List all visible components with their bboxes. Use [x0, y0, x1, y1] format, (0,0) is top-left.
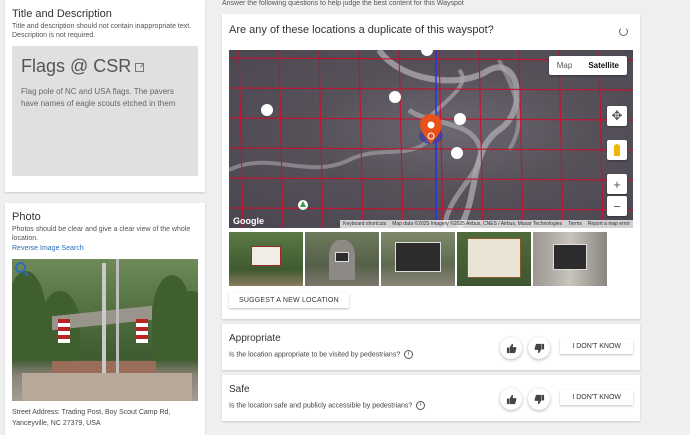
criteria-question-text: Is the location appropriate to be visite…	[229, 351, 401, 359]
thumbs-up-icon[interactable]	[500, 388, 522, 410]
wayspot-photo[interactable]	[12, 259, 198, 401]
edit-icon[interactable]	[135, 63, 145, 73]
map-tab[interactable]: Map	[549, 56, 581, 75]
title-section-subtitle: Title and description should not contain…	[12, 23, 192, 39]
map-attribution: Keyboard shortcuts Map data ©2025 Imager…	[340, 220, 633, 228]
thumbs-up-icon[interactable]	[500, 337, 522, 359]
map-overlay	[229, 50, 633, 228]
dont-know-button[interactable]: I DON'T KNOW	[560, 339, 633, 354]
nearby-thumbnail[interactable]	[381, 232, 455, 286]
title-description-card: Title and Description Title and descript…	[5, 0, 205, 192]
criteria-question-text: Is the location safe and publicly access…	[229, 402, 413, 410]
satellite-tab[interactable]: Satellite	[580, 56, 627, 75]
fullscreen-icon[interactable]: ✥	[607, 106, 627, 126]
zoom-out-button[interactable]: −	[607, 196, 627, 216]
terms-link[interactable]: Terms	[568, 221, 582, 227]
instructions-text: Answer the following questions to help j…	[222, 0, 464, 7]
criteria-card-safe: Safe Is the location safe and publicly a…	[222, 375, 640, 421]
photo-card: Photo Photos should be clear and give a …	[5, 203, 205, 435]
nearby-thumbnail[interactable]	[457, 232, 531, 286]
satellite-map[interactable]: Map Satellite ✥ + − Google Keyboard shor…	[229, 50, 633, 228]
criteria-card-appropriate: Appropriate Is the location appropriate …	[222, 324, 640, 370]
duplicate-question: Are any of these locations a duplicate o…	[229, 24, 494, 36]
wayspot-title: Flags @ CSR	[21, 56, 132, 76]
nearby-wayspot-thumbnails	[229, 232, 607, 286]
zoom-in-button[interactable]: +	[607, 174, 627, 194]
photo-section-subtitle: Photos should be clear and give a clear …	[12, 226, 191, 242]
wayspot-description: Flag pole of NC and USA flags. The paver…	[21, 87, 176, 108]
dont-know-button[interactable]: I DON'T KNOW	[560, 390, 633, 405]
refresh-icon[interactable]	[619, 27, 628, 36]
photo-section-heading: Photo	[12, 211, 41, 223]
thumbs-down-icon[interactable]	[528, 388, 550, 410]
map-data-text: Map data ©2025 Imagery ©2025 Airbus, CNE…	[392, 221, 563, 227]
suggest-new-location-button[interactable]: SUGGEST A NEW LOCATION	[229, 293, 349, 308]
info-icon[interactable]: i	[404, 350, 414, 359]
duplicate-card: Are any of these locations a duplicate o…	[222, 14, 640, 319]
reverse-image-search-link[interactable]: Reverse Image Search	[12, 245, 198, 252]
map-type-toggle: Map Satellite	[548, 56, 627, 75]
street-view-pegman-icon[interactable]	[607, 140, 627, 160]
magnify-icon[interactable]	[15, 262, 26, 273]
thumbs-down-icon[interactable]	[528, 337, 550, 359]
nearby-thumbnail[interactable]	[305, 232, 379, 286]
title-section-heading: Title and Description	[12, 8, 112, 20]
info-icon[interactable]: i	[416, 401, 426, 410]
street-address: Street Address: Trading Post, Boy Scout …	[12, 409, 171, 427]
google-logo: Google	[233, 216, 264, 226]
report-error-link[interactable]: Report a map error	[588, 221, 630, 227]
nearby-thumbnail[interactable]	[229, 232, 303, 286]
keyboard-shortcuts-link[interactable]: Keyboard shortcuts	[343, 221, 386, 227]
title-box: Flags @ CSR Flag pole of NC and USA flag…	[12, 46, 198, 176]
nearby-thumbnail[interactable]	[533, 232, 607, 286]
